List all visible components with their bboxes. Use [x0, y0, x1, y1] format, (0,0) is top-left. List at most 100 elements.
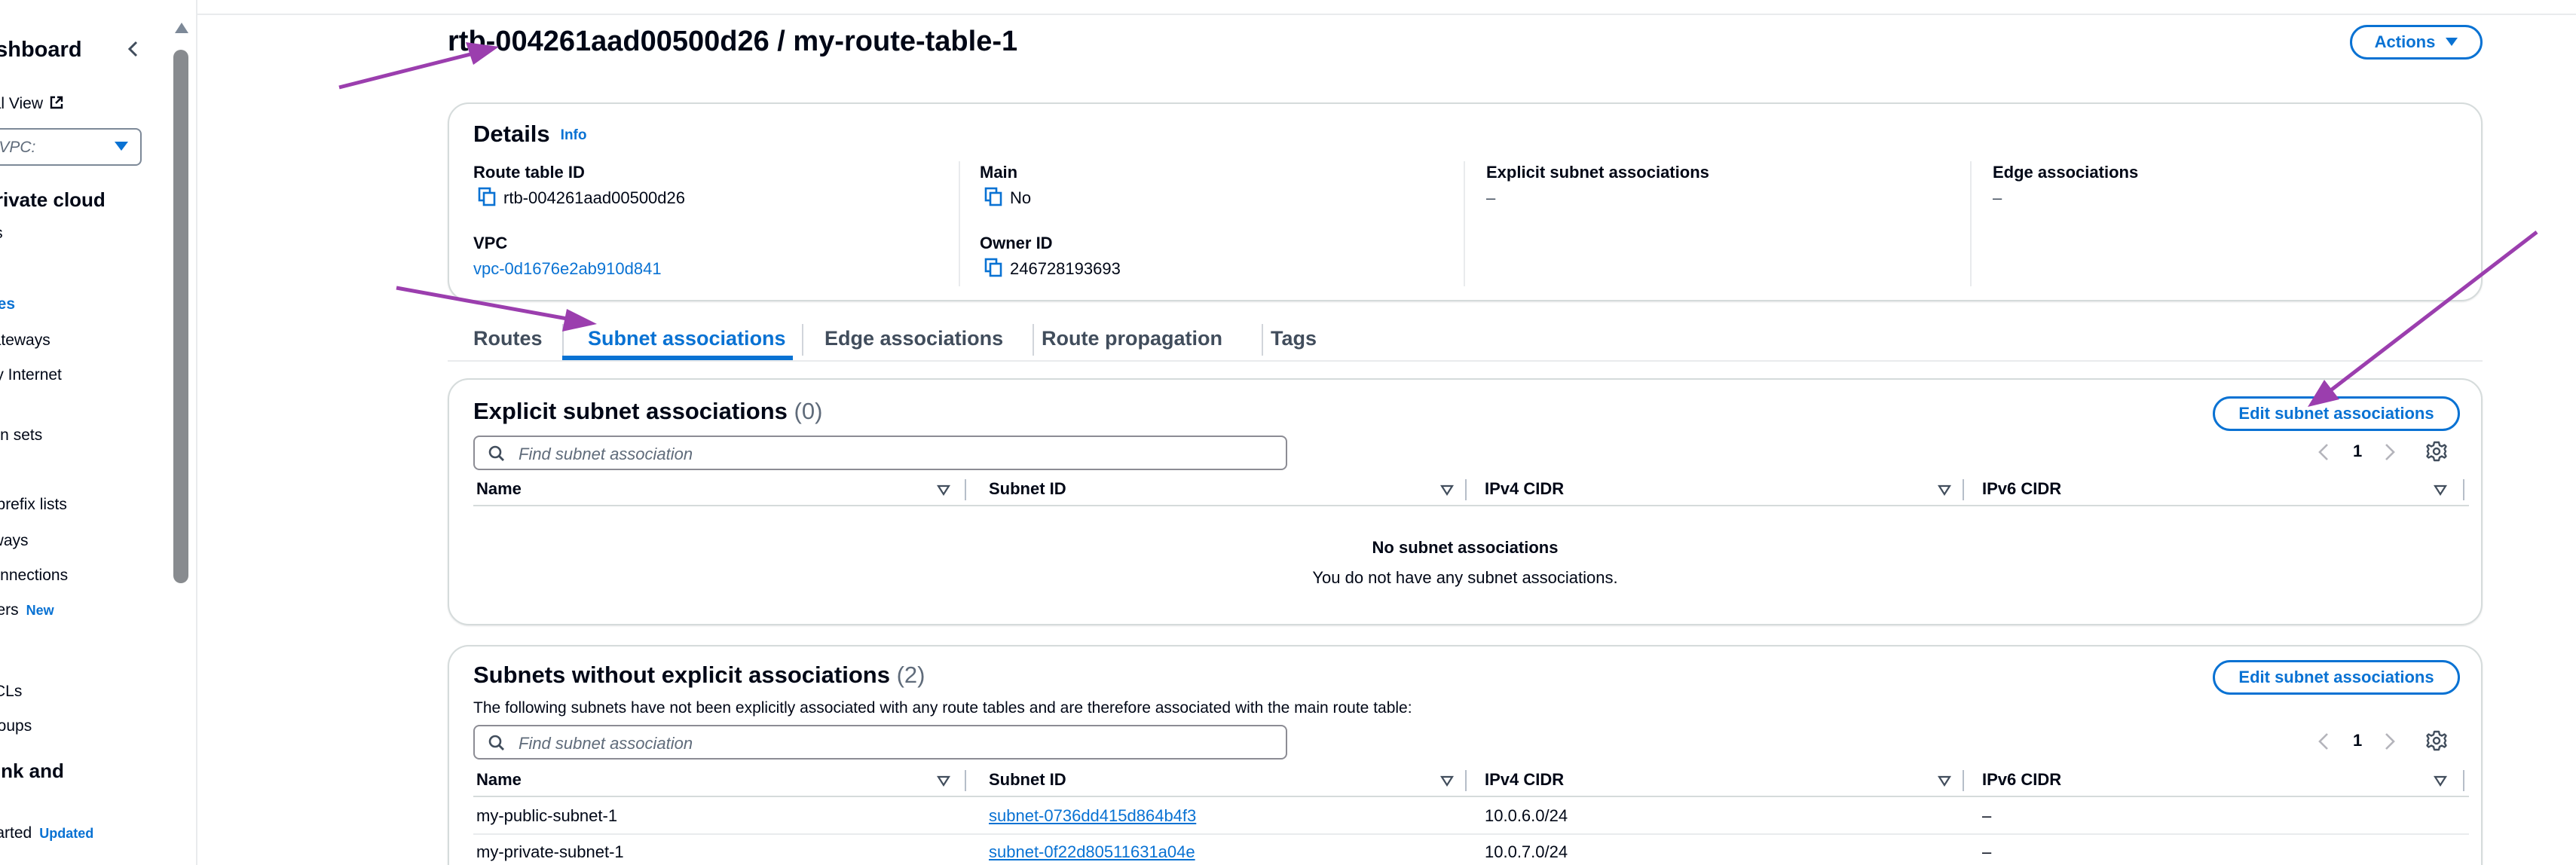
copy-icon[interactable]	[478, 187, 496, 206]
sort-icon[interactable]	[1439, 773, 1455, 788]
page-number[interactable]: 1	[2353, 731, 2362, 750]
column-divider[interactable]	[1465, 770, 1467, 791]
vpc-link[interactable]: vpc-0d1676e2ab910d841	[473, 259, 662, 279]
column-divider[interactable]	[2463, 770, 2464, 791]
tab-subnet-associations[interactable]: Subnet associations	[588, 327, 786, 350]
column-header-ipv6-cidr[interactable]: IPv6 CIDR	[1982, 770, 2061, 790]
main-label: Main	[980, 163, 1018, 182]
ipv6-cidr: –	[1982, 806, 1992, 825]
column-divider[interactable]	[2463, 479, 2464, 500]
sort-icon[interactable]	[1439, 482, 1455, 497]
tab-divider	[1033, 324, 1034, 356]
without-pagination: 1	[2315, 726, 2466, 756]
subnet-id-link[interactable]: subnet-0f22d80511631a04e	[989, 842, 1195, 862]
copy-icon[interactable]	[984, 187, 1002, 206]
sort-icon[interactable]	[936, 773, 951, 788]
tab-routes[interactable]: Routes	[473, 327, 543, 350]
sidebar-item-route-servers[interactable]: rversNew	[0, 601, 54, 619]
info-link[interactable]: Info	[561, 127, 587, 143]
page-title: rtb-004261aad00500d26 / my-route-table-1	[448, 26, 1018, 57]
column-header-ipv6-cidr[interactable]: IPv6 CIDR	[1982, 479, 2061, 499]
page-number[interactable]: 1	[2353, 442, 2362, 461]
subnet-name: my-public-subnet-1	[476, 806, 618, 825]
sort-icon[interactable]	[1937, 482, 1952, 497]
column-divider[interactable]	[965, 479, 966, 500]
sidebar-item-internet-gateways[interactable]: gateways	[0, 332, 50, 350]
gear-icon[interactable]	[2425, 440, 2448, 463]
owner-id-value: 246728193693	[1010, 259, 1121, 278]
details-heading: Details Info	[473, 121, 587, 147]
main-value: No	[1010, 188, 1032, 207]
tab-tags[interactable]: Tags	[1271, 327, 1317, 350]
column-divider	[1464, 161, 1465, 286]
explicit-heading: Explicit subnet associations (0)	[473, 398, 823, 424]
sidebar-item-peering-connections[interactable]: connections	[0, 567, 68, 585]
sidebar-item-network-acls[interactable]: ACLs	[0, 683, 22, 701]
explicit-subnet-associations-label: Explicit subnet associations	[1486, 163, 1709, 182]
column-header-subnet-id[interactable]: Subnet ID	[989, 479, 1066, 499]
sidebar-item-egress-only-gateways[interactable]: nly Internet	[0, 366, 62, 384]
owner-id-label: Owner ID	[980, 234, 1053, 252]
actions-button[interactable]: Actions	[2350, 25, 2483, 60]
column-header-subnet-id[interactable]: Subnet ID	[989, 770, 1066, 790]
without-table-header: Name Subnet ID IPv4 CIDR IPv6 CIDR	[473, 764, 2469, 797]
edit-subnet-associations-button[interactable]: Edit subnet associations	[2213, 396, 2460, 431]
tab-divider	[562, 324, 564, 356]
table-row[interactable]: my-public-subnet-1 subnet-0736dd415d864b…	[473, 799, 2469, 835]
table-row[interactable]: my-private-subnet-1 subnet-0f22d80511631…	[473, 835, 2469, 865]
sort-icon[interactable]	[1937, 773, 1952, 788]
sidebar-scrollbar[interactable]	[170, 17, 190, 583]
column-header-ipv4-cidr[interactable]: IPv4 CIDR	[1485, 770, 1564, 790]
without-heading: Subnets without explicit associations (2…	[473, 662, 925, 688]
details-panel: Details Info Route table ID rtb-004261aad…	[448, 102, 2483, 301]
sidebar-item-vpcs[interactable]: Cs	[0, 225, 3, 243]
active-tab-indicator	[562, 356, 793, 360]
vpc-label: VPC	[473, 234, 508, 252]
empty-state-title: No subnet associations	[1372, 538, 1559, 557]
without-search-input[interactable]: Find subnet association	[473, 725, 1287, 760]
vpc-filter-select[interactable]: y VPC:	[0, 128, 142, 166]
next-page-icon[interactable]	[2380, 442, 2398, 463]
tab-bar: Routes Subnet associations Edge associat…	[448, 313, 2483, 362]
sort-icon[interactable]	[2433, 773, 2448, 788]
column-header-name[interactable]: Name	[476, 770, 522, 790]
column-header-ipv4-cidr[interactable]: IPv4 CIDR	[1485, 479, 1564, 499]
sidebar-item-dhcp-option-sets[interactable]: tion sets	[0, 426, 42, 445]
tab-route-propagation[interactable]: Route propagation	[1042, 327, 1222, 350]
explicit-count: (0)	[794, 398, 823, 424]
column-divider[interactable]	[965, 770, 966, 791]
sidebar-item-global-view[interactable]: bal View	[0, 95, 64, 113]
previous-page-icon[interactable]	[2315, 442, 2333, 463]
search-icon	[488, 735, 504, 750]
sidebar-item-security-groups[interactable]: groups	[0, 717, 32, 735]
sort-icon[interactable]	[2433, 482, 2448, 497]
next-page-icon[interactable]	[2380, 731, 2398, 752]
scrollbar-thumb[interactable]	[173, 50, 188, 583]
previous-page-icon[interactable]	[2315, 731, 2333, 752]
sidebar: ashboard bal View y VPC: private cloud C…	[0, 0, 197, 865]
sidebar-title[interactable]: ashboard	[0, 38, 82, 63]
tab-edge-associations[interactable]: Edge associations	[825, 327, 1003, 350]
collapse-chevron-icon[interactable]	[124, 39, 143, 59]
scroll-up-arrow-icon[interactable]	[175, 23, 188, 33]
explicit-pagination: 1	[2315, 437, 2466, 467]
column-divider[interactable]	[1465, 479, 1467, 500]
sidebar-item-nat-gateways[interactable]: eways	[0, 532, 29, 550]
sidebar-item-prefix-lists[interactable]: d prefix lists	[0, 496, 67, 514]
sort-icon[interactable]	[936, 482, 951, 497]
empty-state-text: You do not have any subnet associations.	[1312, 568, 1618, 587]
column-header-name[interactable]: Name	[476, 479, 522, 499]
gear-icon[interactable]	[2425, 729, 2448, 752]
edit-subnet-associations-button-2[interactable]: Edit subnet associations	[2213, 660, 2460, 695]
sidebar-section-vpc: private cloud	[0, 188, 106, 211]
caret-down-icon	[115, 142, 128, 151]
subnet-id-link[interactable]: subnet-0736dd415d864b4f3	[989, 806, 1196, 826]
sidebar-item-getting-started[interactable]: startedUpdated	[0, 824, 93, 842]
tab-divider	[1262, 324, 1263, 356]
column-divider[interactable]	[1963, 479, 1964, 500]
explicit-table-header: Name Subnet ID IPv4 CIDR IPv6 CIDR	[473, 473, 2469, 506]
column-divider[interactable]	[1963, 770, 1964, 791]
sidebar-item-route-tables[interactable]: bles	[0, 295, 15, 313]
explicit-search-input[interactable]: Find subnet association	[473, 436, 1287, 470]
copy-icon[interactable]	[984, 258, 1002, 277]
